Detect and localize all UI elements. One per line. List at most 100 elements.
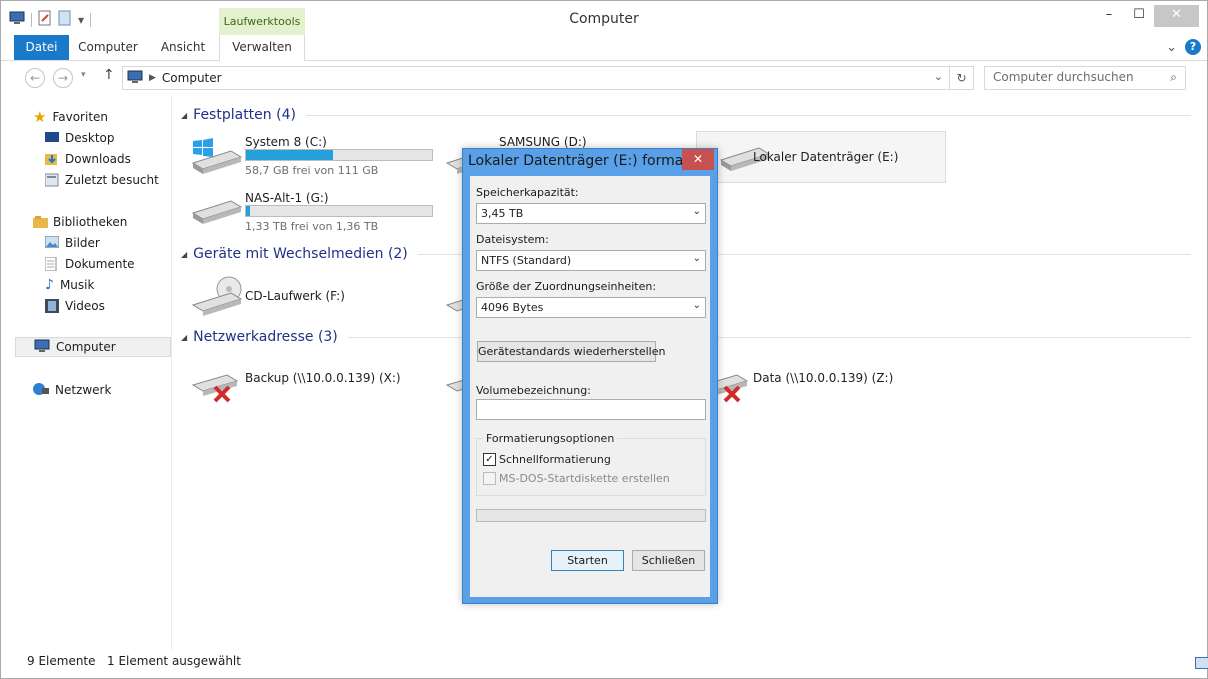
tab-computer[interactable]: Computer (75, 35, 141, 60)
nav-label: Desktop (65, 131, 115, 145)
title-bar: ▾ Laufwerktools Computer – ☐ ✕ (1, 1, 1207, 35)
restore-defaults-button[interactable]: Gerätestandards wiederherstellen (477, 341, 665, 362)
address-bar[interactable]: ▶ Computer ⌄ ↻ (122, 66, 974, 90)
dialog-title: Lokaler Datenträger (E:) formati... (468, 153, 707, 169)
drive-name: Lokaler Datenträger (E:) (753, 150, 899, 164)
volume-label-input[interactable] (476, 399, 706, 420)
windows-drive-icon (191, 135, 243, 175)
filesystem-label: Dateisystem: (476, 233, 549, 246)
collapse-triangle-icon[interactable]: ◢ (181, 333, 187, 342)
drive-name: NAS-Alt-1 (G:) (245, 191, 329, 205)
group-title: Netzwerkadresse (3) (193, 329, 338, 345)
drive-name: CD-Laufwerk (F:) (245, 289, 345, 303)
refresh-icon[interactable]: ↻ (949, 67, 973, 89)
drive-x[interactable]: Backup (\\10.0.0.139) (X:) (191, 365, 441, 409)
downloads-icon (45, 152, 59, 166)
format-dialog: Lokaler Datenträger (E:) formati... ✕ Sp… (462, 148, 718, 604)
drive-e[interactable]: Lokaler Datenträger (E:) (696, 131, 946, 183)
drive-usage-bar (245, 149, 433, 161)
music-icon: ♪ (45, 277, 54, 293)
drive-g[interactable]: NAS-Alt-1 (G:) 1,33 TB frei von 1,36 TB (191, 191, 441, 235)
close-button[interactable]: ✕ (1154, 5, 1199, 27)
quick-format-label: Schnellformatierung (499, 453, 611, 466)
close-dialog-button[interactable]: Schließen (632, 550, 705, 571)
documents-icon (44, 256, 59, 272)
collapse-triangle-icon[interactable]: ◢ (181, 250, 187, 259)
start-button[interactable]: Starten (551, 550, 624, 571)
group-title: Geräte mit Wechselmedien (2) (193, 246, 408, 262)
forward-button[interactable]: → (53, 68, 73, 88)
nav-desktop[interactable]: Desktop (45, 128, 115, 148)
maximize-button[interactable]: ☐ (1124, 5, 1154, 27)
status-bar: 9 Elemente 1 Element ausgewählt (1, 650, 1208, 672)
nav-libraries[interactable]: Bibliotheken (33, 212, 127, 232)
drive-f[interactable]: CD-Laufwerk (F:) (191, 275, 441, 319)
allocation-label: Größe der Zuordnungseinheiten: (476, 280, 657, 293)
nav-label: Computer (56, 340, 116, 354)
drive-usage-bar (245, 205, 433, 217)
nav-downloads[interactable]: Downloads (45, 149, 131, 169)
nav-label: Bibliotheken (53, 215, 128, 229)
large-icons-view-icon[interactable] (1195, 657, 1208, 672)
nav-documents[interactable]: Dokumente (44, 254, 135, 274)
drive-z[interactable]: Data (\\10.0.0.139) (Z:) (701, 365, 951, 409)
nav-music[interactable]: ♪ Musik (45, 275, 94, 295)
allocation-select[interactable]: 4096 Bytes ⌄ (476, 297, 706, 318)
nav-favorites[interactable]: ★ Favoriten (33, 107, 108, 127)
nav-label: Downloads (65, 152, 131, 166)
collapse-triangle-icon[interactable]: ◢ (181, 111, 187, 120)
drive-free-space: 1,33 TB frei von 1,36 TB (245, 220, 379, 233)
allocation-value: 4096 Bytes (481, 301, 544, 314)
drive-name: System 8 (C:) (245, 135, 327, 149)
minimize-button[interactable]: – (1094, 5, 1124, 27)
msdos-row: MS-DOS-Startdiskette erstellen (483, 472, 670, 485)
recent-locations-icon[interactable]: ▾ (81, 70, 86, 80)
explorer-window: ▾ Laufwerktools Computer – ☐ ✕ Datei Com… (0, 0, 1208, 679)
capacity-select[interactable]: 3,45 TB ⌄ (476, 203, 706, 224)
ribbon-expand-icon[interactable]: ⌄ (1166, 40, 1177, 55)
nav-videos[interactable]: Videos (45, 296, 105, 316)
chevron-down-icon: ⌄ (692, 253, 701, 264)
filesystem-select[interactable]: NTFS (Standard) ⌄ (476, 250, 706, 271)
network-icon (33, 382, 49, 399)
format-progress-bar (476, 509, 706, 522)
ribbon-tabs: Datei Computer Ansicht Verwalten ⌄ ? (1, 35, 1207, 61)
nav-pictures[interactable]: Bilder (44, 233, 100, 253)
window-title: Computer (569, 11, 639, 27)
drive-name: Data (\\10.0.0.139) (Z:) (753, 371, 894, 385)
address-dropdown-icon[interactable]: ⌄ (934, 70, 943, 83)
drive-name: SAMSUNG (D:) (499, 135, 587, 149)
up-arrow-icon[interactable]: ↑ (103, 67, 115, 83)
quick-format-checkbox[interactable]: ✓ (483, 453, 496, 466)
msdos-checkbox (483, 472, 496, 485)
back-button[interactable]: ← (25, 68, 45, 88)
search-icon[interactable]: ⌕ (1170, 70, 1177, 85)
format-options-legend: Formatierungsoptionen (483, 432, 618, 445)
quick-format-row[interactable]: ✓ Schnellformatierung (483, 453, 611, 466)
nav-label: Netzwerk (55, 383, 112, 397)
help-icon[interactable]: ? (1185, 39, 1201, 55)
tab-manage[interactable]: Verwalten (219, 35, 305, 61)
item-count: 9 Elemente (27, 654, 96, 668)
navigation-pane: ★ Favoriten Desktop Downloads Zuletzt be… (1, 97, 172, 650)
drive-name: Backup (\\10.0.0.139) (X:) (245, 371, 401, 385)
nav-computer[interactable]: Computer (15, 337, 171, 357)
drive-c[interactable]: System 8 (C:) 58,7 GB frei von 111 GB (191, 135, 441, 179)
dialog-close-button[interactable]: ✕ (682, 149, 714, 170)
msdos-label: MS-DOS-Startdiskette erstellen (499, 472, 670, 485)
nav-network[interactable]: Netzwerk (33, 380, 111, 400)
drive-free-space: 58,7 GB frei von 111 GB (245, 164, 379, 177)
format-options-group: Formatierungsoptionen ✓ Schnellformatier… (476, 432, 706, 496)
search-input[interactable]: Computer durchsuchen ⌕ (984, 66, 1186, 90)
tab-view[interactable]: Ansicht (154, 35, 212, 60)
nav-label: Musik (59, 278, 95, 292)
tab-file[interactable]: Datei (14, 35, 69, 60)
group-header-hard-drives[interactable]: ◢ Festplatten (4) (181, 107, 1191, 123)
nav-label: Dokumente (65, 257, 135, 271)
breadcrumb-separator-icon[interactable]: ▶ (149, 73, 156, 83)
breadcrumb-computer[interactable]: Computer (162, 71, 222, 85)
group-divider (305, 114, 1191, 116)
nav-label: Favoriten (52, 110, 109, 124)
recent-places-icon (44, 173, 59, 187)
nav-recent[interactable]: Zuletzt besucht (44, 170, 159, 190)
